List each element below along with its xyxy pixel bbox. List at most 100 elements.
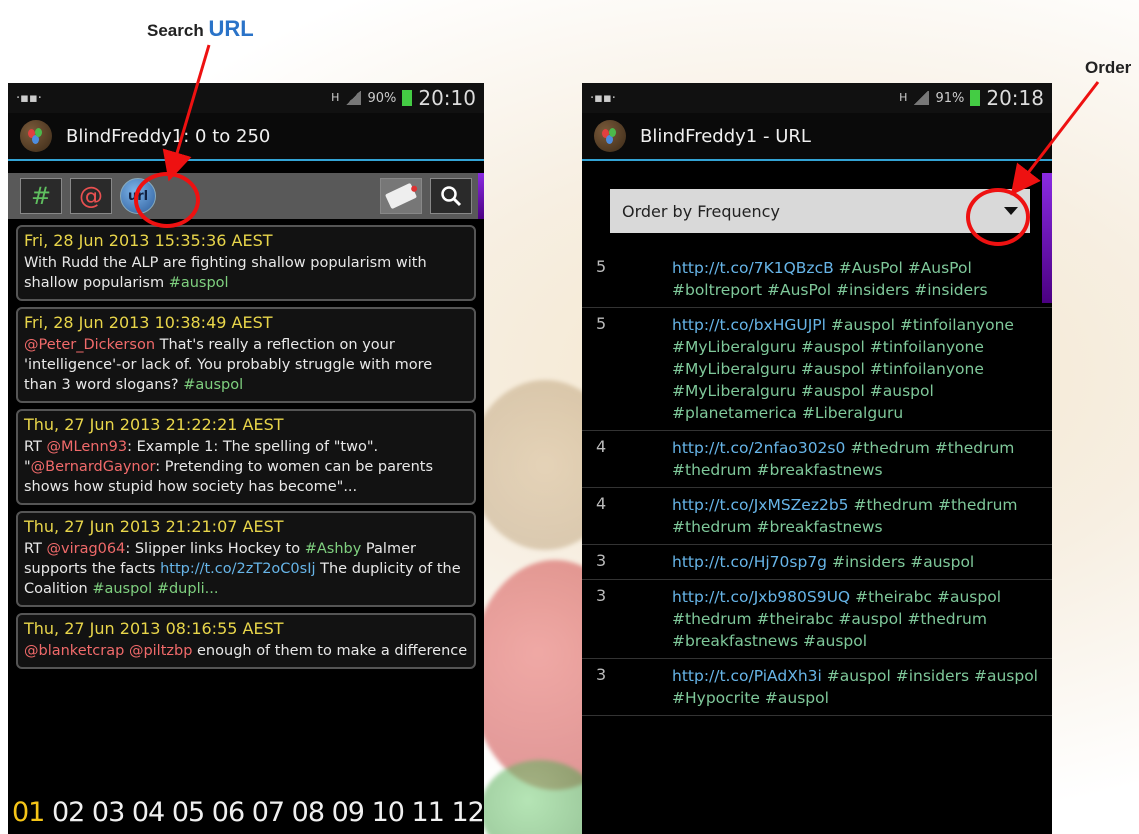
hashtag-link[interactable]: #auspol <box>831 316 895 334</box>
hashtag-link[interactable]: #insiders <box>836 281 909 299</box>
hashtag-link[interactable]: #auspol <box>838 610 902 628</box>
hashtag-link[interactable]: #tinfoilanyone <box>870 360 984 378</box>
page-number-08[interactable]: 08 <box>292 797 332 828</box>
url-link[interactable]: http://t.co/Hj70sp7g <box>672 553 827 571</box>
order-select[interactable]: Order by Frequency <box>610 189 1030 233</box>
hashtag-link[interactable]: #auspol <box>765 689 829 707</box>
page-number-02[interactable]: 02 <box>52 797 92 828</box>
page-number-03[interactable]: 03 <box>92 797 132 828</box>
app-nest-icon[interactable] <box>20 120 52 152</box>
hashtag-link[interactable]: #insiders <box>914 281 987 299</box>
url-link[interactable]: http://t.co/bxHGUJPl <box>672 316 826 334</box>
hashtag-link[interactable]: #auspol <box>937 588 1001 606</box>
hashtag-link[interactable]: #auspol <box>801 338 865 356</box>
mention-filter-button[interactable]: @ <box>70 178 112 214</box>
hashtag-link[interactable]: #auspol <box>974 667 1038 685</box>
mention-link[interactable]: @virag064 <box>47 541 126 557</box>
hashtag-link[interactable]: #breakfastnews <box>757 461 883 479</box>
hashtag-link[interactable]: #tinfoilanyone <box>870 338 984 356</box>
page-number-12[interactable]: 12 <box>451 797 484 828</box>
page-number-09[interactable]: 09 <box>332 797 372 828</box>
url-link[interactable]: http://t.co/PiAdXh3i <box>672 667 822 685</box>
hashtag-link[interactable]: #auspol <box>801 382 865 400</box>
hashtag-link[interactable]: #thedrum <box>672 461 752 479</box>
url-row[interactable]: 5 http://t.co/7K1QBzcB #AusPol #AusPol #b… <box>582 251 1052 308</box>
url-filter-button[interactable]: url <box>120 178 156 214</box>
hashtag-link[interactable]: #auspol <box>183 377 243 393</box>
hashtag-link[interactable]: #thedrum <box>935 439 1015 457</box>
url-row[interactable]: 3 http://t.co/Hj70sp7g #insiders #auspol <box>582 545 1052 580</box>
mention-link[interactable]: @blanketcrap <box>24 643 124 659</box>
hashtag-link[interactable]: #breakfastnews <box>672 632 798 650</box>
order-annotation-label: Order <box>1085 58 1132 77</box>
hashtag-link[interactable]: #MyLiberalguru <box>672 360 796 378</box>
hashtag-link[interactable]: #AusPol <box>839 259 903 277</box>
hashtag-link[interactable]: #theirabc <box>855 588 932 606</box>
hashtag-link[interactable]: #boltreport <box>672 281 762 299</box>
page-number-11[interactable]: 11 <box>412 797 452 828</box>
hashtag-link[interactable]: #auspol <box>169 275 229 291</box>
url-row[interactable]: 4 http://t.co/2nfao302s0 #thedrum #thedru… <box>582 431 1052 488</box>
status-bar: ·▪▪· H 91% 20:18 <box>582 83 1052 113</box>
hashtag-link[interactable]: #Ashby <box>305 541 362 557</box>
tweet-text: @Peter_Dickerson That's really a reflect… <box>24 335 468 395</box>
url-link[interactable]: http://t.co/7K1QBzcB <box>672 259 834 277</box>
hashtag-link[interactable]: #theirabc <box>757 610 834 628</box>
url-link[interactable]: http://t.co/2nfao302s0 <box>672 439 845 457</box>
hashtag-link[interactable]: #auspol <box>910 553 974 571</box>
hashtag-link[interactable]: #auspol <box>870 382 934 400</box>
hashtag-link[interactable]: #thedrum <box>672 518 752 536</box>
battery-percentage: 90% <box>367 90 397 106</box>
hashtag-link[interactable]: #thedrum <box>853 496 933 514</box>
hashtag-link[interactable]: #auspol <box>801 360 865 378</box>
search-button[interactable] <box>430 178 472 214</box>
page-number-01[interactable]: 01 <box>12 797 52 828</box>
url-row[interactable]: 4 http://t.co/JxMSZez2b5 #thedrum #thedru… <box>582 488 1052 545</box>
tweet-card[interactable]: Thu, 27 Jun 2013 08:16:55 AEST @blanketcr… <box>16 613 476 669</box>
tweet-card[interactable]: Thu, 27 Jun 2013 21:22:21 AEST RT @MLenn9… <box>16 409 476 505</box>
hashtag-link[interactable]: #auspol <box>92 581 152 597</box>
url-and-hashtags: http://t.co/bxHGUJPl #auspol #tinfoilany… <box>672 314 1044 424</box>
mention-link[interactable]: @BernardGaynor <box>31 459 156 475</box>
mention-link[interactable]: @piltzbp <box>129 643 192 659</box>
mention-link[interactable]: @Peter_Dickerson <box>24 337 155 353</box>
page-number-06[interactable]: 06 <box>212 797 252 828</box>
hashtag-link[interactable]: #AusPol <box>767 281 831 299</box>
page-number-10[interactable]: 10 <box>372 797 412 828</box>
hashtag-link[interactable]: #MyLiberalguru <box>672 382 796 400</box>
hashtag-link[interactable]: #thedrum <box>672 610 752 628</box>
hashtag-link[interactable]: #breakfastnews <box>757 518 883 536</box>
url-row[interactable]: 5 http://t.co/bxHGUJPl #auspol #tinfoilan… <box>582 308 1052 431</box>
hashtag-link[interactable]: #tinfoilanyone <box>900 316 1014 334</box>
url-link[interactable]: http://t.co/2zT2oC0sIj <box>160 561 315 577</box>
hashtag-link[interactable]: #thedrum <box>938 496 1018 514</box>
hashtag-link[interactable]: #auspol <box>827 667 891 685</box>
tweet-card[interactable]: Fri, 28 Jun 2013 15:35:36 AEST With Rudd … <box>16 225 476 301</box>
hashtag-link[interactable]: #AusPol <box>908 259 972 277</box>
hashtag-link[interactable]: #Liberalguru <box>802 404 903 422</box>
url-link[interactable]: http://t.co/Jxb980S9UQ <box>672 588 850 606</box>
hashtag-link[interactable]: #thedrum <box>907 610 987 628</box>
hashtag-link[interactable]: #planetamerica <box>672 404 797 422</box>
hashtag-link[interactable]: #Hypocrite <box>672 689 760 707</box>
hashtag-filter-button[interactable]: # <box>20 178 62 214</box>
mention-link[interactable]: @MLenn93 <box>47 439 128 455</box>
label-button[interactable] <box>380 178 422 214</box>
hashtag-link[interactable]: #thedrum <box>850 439 930 457</box>
chevron-down-icon[interactable] <box>1004 207 1018 215</box>
app-nest-icon[interactable] <box>594 120 626 152</box>
url-row[interactable]: 3 http://t.co/Jxb980S9UQ #theirabc #auspo… <box>582 580 1052 659</box>
page-number-07[interactable]: 07 <box>252 797 292 828</box>
page-number-04[interactable]: 04 <box>132 797 172 828</box>
url-link[interactable]: http://t.co/JxMSZez2b5 <box>672 496 849 514</box>
tweet-text-segment: RT <box>24 541 47 557</box>
tweet-card[interactable]: Fri, 28 Jun 2013 10:38:49 AEST @Peter_Dic… <box>16 307 476 403</box>
hashtag-link[interactable]: #insiders <box>896 667 969 685</box>
url-row[interactable]: 3 http://t.co/PiAdXh3i #auspol #insiders … <box>582 659 1052 716</box>
hashtag-link[interactable]: #dupli... <box>157 581 219 597</box>
hashtag-link[interactable]: #MyLiberalguru <box>672 338 796 356</box>
hashtag-link[interactable]: #insiders <box>832 553 905 571</box>
page-number-05[interactable]: 05 <box>172 797 212 828</box>
hashtag-link[interactable]: #auspol <box>803 632 867 650</box>
tweet-card[interactable]: Thu, 27 Jun 2013 21:21:07 AEST RT @virag0… <box>16 511 476 607</box>
